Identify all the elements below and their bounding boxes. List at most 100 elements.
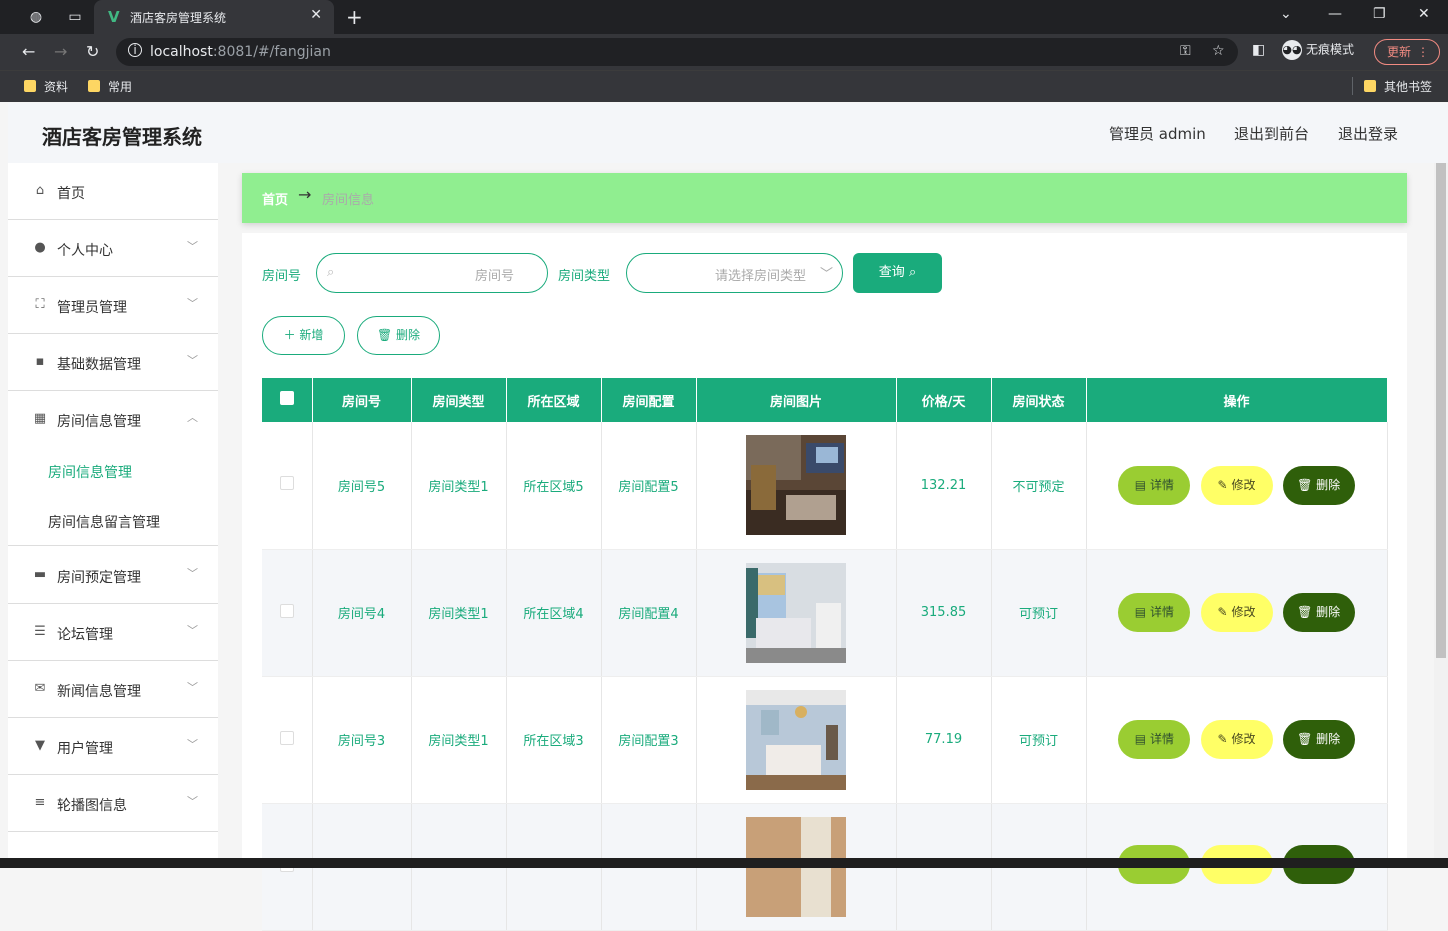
browser-tab[interactable]: V 酒店客房管理系统 ✕: [94, 0, 334, 34]
sidebar-item-news[interactable]: ✉ 新闻信息管理 ﹀: [8, 661, 218, 718]
add-button[interactable]: ＋ 新增: [262, 316, 345, 355]
pencil-icon: ✎: [1217, 732, 1228, 746]
more-icon: ⋮: [1417, 45, 1429, 59]
chevron-down-icon: ﹀: [187, 567, 198, 580]
chevron-down-icon: ﹀: [820, 267, 834, 282]
sidebar-item-users[interactable]: ▼ 用户管理 ﹀: [8, 718, 218, 775]
edit-button[interactable]: ✎ 修改: [1200, 720, 1273, 759]
sidebar-subitem-room-info[interactable]: 房间信息管理: [48, 462, 132, 482]
status-cell: 可预订: [991, 549, 1087, 677]
room-type-select[interactable]: 请选择房间类型 ﹀: [626, 253, 843, 293]
breadcrumb-home[interactable]: 首页: [262, 189, 288, 208]
user-icon: ●: [34, 240, 46, 255]
delete-button[interactable]: 🗑 删除: [1282, 465, 1355, 505]
detail-button[interactable]: ▤ 详情: [1118, 465, 1191, 505]
reload-icon[interactable]: ↻: [86, 42, 99, 61]
chevron-down-icon[interactable]: ⌄: [1280, 6, 1292, 22]
incognito-indicator[interactable]: ◕◕ 无痕模式: [1282, 40, 1354, 60]
sidebar-item-booking[interactable]: ▬ 房间预定管理 ﹀: [8, 547, 218, 604]
batch-delete-button[interactable]: 🗑 删除: [357, 316, 440, 355]
column-header: 房间号: [312, 378, 412, 422]
new-tab-icon[interactable]: +: [346, 5, 363, 29]
room-config-cell: 房间配置5: [601, 422, 697, 550]
folder-icon: [24, 80, 36, 92]
room-config-cell: 房间配置4: [601, 549, 697, 677]
chevron-down-icon: ﹀: [187, 354, 198, 367]
globe-icon[interactable]: ◍: [27, 8, 45, 26]
sidebar-item-admins[interactable]: ⛶ 管理员管理 ﹀: [8, 277, 218, 334]
bookmark-folder[interactable]: 资料: [24, 78, 68, 95]
sidebar-item-basedata[interactable]: ▪ 基础数据管理 ﹀: [8, 334, 218, 391]
row-checkbox[interactable]: [279, 730, 294, 745]
detail-button[interactable]: ▤ 详情: [1118, 593, 1191, 632]
status-cell: 不可预定: [991, 422, 1087, 550]
star-icon[interactable]: ☆: [1212, 43, 1225, 59]
chat-icon: ▪: [35, 354, 45, 369]
room-no-input[interactable]: ⌕ 房间号: [316, 253, 548, 293]
url-text: localhost:8081/#/fangjian: [150, 44, 331, 60]
forward-icon[interactable]: →: [54, 42, 67, 61]
document-icon: ▤: [1134, 605, 1147, 619]
minimize-icon[interactable]: —: [1328, 6, 1342, 22]
app-title: 酒店客房管理系统: [42, 125, 202, 149]
chevron-down-icon: ﹀: [187, 297, 198, 310]
bookmark-folder[interactable]: 常用: [88, 78, 132, 95]
sidepanel-icon[interactable]: ◧: [1252, 42, 1265, 58]
admin-user-label[interactable]: 管理员 admin: [1109, 123, 1206, 144]
url-field[interactable]: i localhost:8081/#/fangjian ⚿ ☆: [116, 38, 1238, 66]
delete-button[interactable]: 🗑 删除: [1282, 720, 1355, 759]
close-window-icon[interactable]: ✕: [1418, 6, 1430, 22]
exit-to-front-link[interactable]: 退出到前台: [1234, 123, 1309, 144]
delete-button[interactable]: 🗑 删除: [1282, 593, 1355, 632]
room-image: [746, 562, 846, 663]
sidebar: ⌂ 首页 ● 个人中心 ﹀ ⛶ 管理员管理 ﹀ ▪ 基础数据管理 ﹀ ▦ 房间信…: [8, 163, 218, 868]
pencil-icon: ✎: [1217, 477, 1228, 492]
window-icon[interactable]: ▭: [66, 8, 84, 26]
detail-button[interactable]: ▤ 详情: [1118, 720, 1191, 759]
scrollbar[interactable]: [1434, 163, 1448, 868]
pencil-icon: ✎: [1217, 605, 1228, 619]
other-bookmarks[interactable]: 其他书签: [1364, 78, 1432, 95]
room-type-label: 房间类型: [558, 269, 611, 284]
logout-link[interactable]: 退出登录: [1338, 123, 1398, 144]
chevron-down-icon: ﹀: [187, 240, 198, 253]
select-all-cell[interactable]: [262, 378, 313, 422]
sidebar-item-profile[interactable]: ● 个人中心 ﹀: [8, 220, 218, 277]
browser-tab-strip: ◍ ▭ V 酒店客房管理系统 ✕ + ⌄ — ❐ ✕: [0, 0, 1448, 34]
room-area-cell: 所在区域4: [506, 549, 602, 677]
chevron-down-icon: ﹀: [187, 681, 198, 694]
breadcrumb: 首页 → 房间信息: [242, 173, 1407, 223]
brush-icon: ▼: [35, 738, 45, 753]
back-icon[interactable]: ←: [22, 42, 35, 61]
sidebar-item-rooms[interactable]: ▦ 房间信息管理 ︿ 房间信息管理 房间信息留言管理: [8, 391, 218, 546]
key-icon[interactable]: ⚿: [1180, 43, 1191, 59]
close-tab-icon[interactable]: ✕: [310, 7, 322, 23]
sidebar-item-home[interactable]: ⌂ 首页: [8, 163, 218, 220]
vue-logo-icon: V: [108, 8, 120, 26]
price-cell: 77.19: [896, 676, 992, 804]
info-icon[interactable]: i: [128, 43, 142, 57]
sidebar-item-forum[interactable]: ☰ 论坛管理 ﹀: [8, 604, 218, 661]
room-area-cell: 所在区域5: [506, 422, 602, 550]
chevron-down-icon: ﹀: [187, 795, 198, 808]
scrollbar-thumb[interactable]: [1436, 163, 1446, 658]
incognito-icon: ◕◕: [1282, 40, 1302, 60]
row-checkbox[interactable]: [279, 476, 294, 491]
query-button[interactable]: 查询 ⌕: [853, 253, 942, 293]
edit-button[interactable]: ✎ 修改: [1200, 593, 1273, 632]
price-cell: 132.21: [896, 422, 992, 550]
folder-icon: [1364, 80, 1376, 92]
sidebar-subitem-room-comments[interactable]: 房间信息留言管理: [48, 512, 160, 532]
update-button[interactable]: 更新 ⋮: [1374, 39, 1440, 65]
sidebar-item-carousel[interactable]: ≡ 轮播图信息 ﹀: [8, 775, 218, 832]
room-type-cell: 房间类型1: [411, 549, 507, 677]
select-all-checkbox[interactable]: [279, 391, 294, 405]
row-checkbox[interactable]: [279, 603, 294, 618]
chevron-down-icon: ﹀: [187, 738, 198, 751]
edit-button[interactable]: ✎ 修改: [1200, 465, 1273, 505]
room-type-cell: 房间类型1: [411, 676, 507, 804]
room-no-cell: 房间号3: [312, 676, 412, 804]
menu-icon: ≡: [34, 795, 46, 810]
mail-icon: ✉: [34, 681, 46, 696]
restore-icon[interactable]: ❐: [1373, 6, 1386, 22]
